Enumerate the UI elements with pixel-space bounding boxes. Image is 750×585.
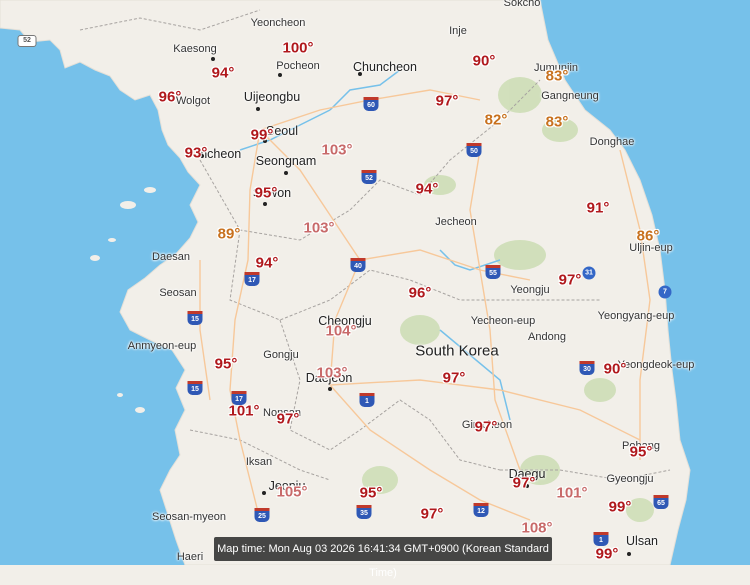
temperature-label[interactable]: 96° (159, 89, 182, 106)
island (120, 201, 136, 209)
temperature-label[interactable]: 97° (475, 419, 498, 436)
temperature-label[interactable]: 97° (421, 506, 444, 523)
temperature-label[interactable]: 103° (321, 142, 352, 159)
city-label[interactable]: Seongnam (256, 154, 316, 168)
city-label[interactable]: Ulsan (626, 534, 658, 548)
city-label[interactable]: Kaesong (173, 43, 216, 55)
city-dot (284, 171, 288, 175)
road-shield: 1 (593, 532, 609, 546)
temperature-label[interactable]: 99° (596, 546, 619, 563)
temperature-label[interactable]: 100° (282, 40, 313, 57)
city-label[interactable]: Sokcho (504, 0, 541, 9)
city-label[interactable]: Donghae (590, 136, 635, 148)
road-shield: 25 (254, 508, 270, 522)
city-dot (211, 57, 215, 61)
temperature-label[interactable]: 101° (556, 485, 587, 502)
road-shield: 52 (361, 170, 377, 184)
road-shield: 30 (579, 361, 595, 375)
road-shield: 52 (17, 35, 37, 47)
temperature-label[interactable]: 101° (228, 403, 259, 420)
city-label[interactable]: Inje (449, 25, 467, 37)
city-label[interactable]: Haeri (177, 551, 203, 563)
temperature-label[interactable]: 93° (185, 145, 208, 162)
city-label[interactable]: Pocheon (276, 60, 319, 72)
city-dot (278, 73, 282, 77)
temperature-label[interactable]: 89° (218, 226, 241, 243)
temperature-label[interactable]: 99° (609, 499, 632, 516)
city-dot (358, 72, 362, 76)
city-label[interactable]: Uijeongbu (244, 90, 300, 104)
temperature-label[interactable]: 95° (630, 444, 653, 461)
island (144, 187, 156, 193)
road-shield: 1 (359, 393, 375, 407)
city-label[interactable]: Yeongyang-eup (598, 310, 675, 322)
temperature-label[interactable]: 83° (546, 114, 569, 131)
road-shield: 40 (350, 258, 366, 272)
temperature-label[interactable]: 94° (256, 255, 279, 272)
city-label[interactable]: Yecheon-eup (471, 315, 535, 327)
temperature-label[interactable]: 97° (436, 93, 459, 110)
temperature-label[interactable]: 103° (303, 220, 334, 237)
country-label: South Korea (415, 342, 499, 360)
road-shield: 17 (231, 391, 247, 405)
city-label[interactable]: Gyeongju (606, 473, 653, 485)
city-label[interactable]: Jecheon (435, 216, 477, 228)
road-shield: 65 (653, 495, 669, 509)
temperature-label[interactable]: 97° (443, 370, 466, 387)
road-shield: 15 (187, 311, 203, 325)
temperature-label[interactable]: 90° (473, 53, 496, 70)
temperature-label[interactable]: 104° (325, 323, 356, 340)
city-label[interactable]: Anmyeon-eup (128, 340, 197, 352)
temperature-label[interactable]: 90° (604, 361, 627, 378)
road-shield: 15 (187, 381, 203, 395)
city-label[interactable]: Chuncheon (353, 60, 417, 74)
temperature-label[interactable]: 108° (521, 520, 552, 537)
temperature-label[interactable]: 94° (212, 65, 235, 82)
city-dot (263, 202, 267, 206)
temperature-label[interactable]: 97° (559, 272, 582, 289)
temperature-label[interactable]: 86° (637, 228, 660, 245)
city-label[interactable]: Yeoncheon (251, 17, 306, 29)
temperature-label[interactable]: 99° (251, 127, 274, 144)
temperature-label[interactable]: 97° (277, 411, 300, 428)
road-shield: 12 (473, 503, 489, 517)
road-shield: 31 (582, 266, 596, 280)
city-dot (262, 491, 266, 495)
temperature-label[interactable]: 82° (485, 112, 508, 129)
city-label[interactable]: Gongju (263, 349, 298, 361)
temperature-label[interactable]: 95° (255, 185, 278, 202)
road-shield: 50 (466, 143, 482, 157)
temperature-label[interactable]: 95° (360, 485, 383, 502)
map-time-label: Map time: Mon Aug 03 2026 16:41:34 GMT+0… (214, 537, 552, 579)
road-shield: 35 (356, 505, 372, 519)
island (90, 255, 100, 261)
temperature-label[interactable]: 95° (215, 356, 238, 373)
island (135, 407, 145, 413)
city-label[interactable]: Gangneung (541, 90, 599, 102)
temperature-label[interactable]: 96° (409, 285, 432, 302)
city-label[interactable]: Yeongdeok-eup (618, 359, 695, 371)
temperature-label[interactable]: 91° (587, 200, 610, 217)
city-label[interactable]: Daesan (152, 251, 190, 263)
city-label[interactable]: Andong (528, 331, 566, 343)
city-label[interactable]: Iksan (246, 456, 272, 468)
temperature-label[interactable]: 94° (416, 181, 439, 198)
temperature-label[interactable]: 97° (513, 475, 536, 492)
temperature-label[interactable]: 105° (276, 484, 307, 501)
temperature-label[interactable]: 83° (546, 68, 569, 85)
city-dot (256, 107, 260, 111)
temperature-label[interactable]: 103° (316, 365, 347, 382)
island (117, 393, 123, 397)
island (108, 238, 116, 242)
road-shield: 55 (485, 265, 501, 279)
road-shield: 60 (363, 97, 379, 111)
city-label[interactable]: Yeongju (510, 284, 549, 296)
road-shield: 7 (658, 285, 672, 299)
city-label[interactable]: Seosan (159, 287, 196, 299)
city-dot (627, 552, 631, 556)
city-label[interactable]: Seosan-myeon (152, 511, 226, 523)
city-dot (328, 387, 332, 391)
road-shield: 17 (244, 272, 260, 286)
